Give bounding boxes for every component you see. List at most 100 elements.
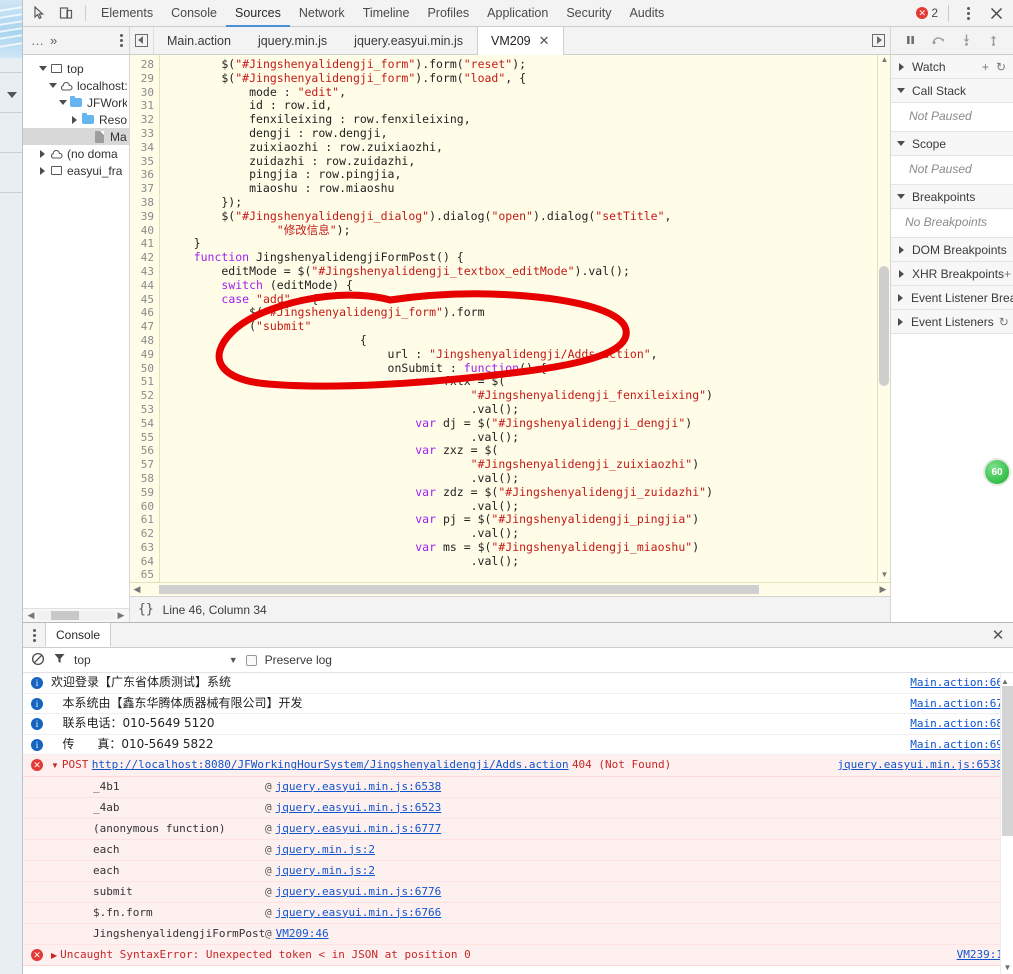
- console-prompt-row[interactable]: ›: [23, 966, 1013, 974]
- code-line[interactable]: var dj = $("#Jingshenyalidengji_dengji"): [166, 416, 877, 431]
- step-over-icon[interactable]: [931, 33, 946, 49]
- twisty-open-icon[interactable]: [37, 66, 48, 71]
- file-tab-jquery-easyui-min-js[interactable]: jquery.easyui.min.js: [341, 27, 477, 54]
- section-xhr-breakpoints[interactable]: XHR Breakpoints +: [891, 262, 1013, 286]
- console-message-source-link[interactable]: Main.action:68: [910, 714, 1013, 734]
- code-line[interactable]: var zdz = $("#Jingshenyalidengji_zuidazh…: [166, 485, 877, 500]
- code-line[interactable]: $("#Jingshenyalidengji_form").form: [166, 305, 877, 320]
- console-message-row[interactable]: i 传 真：010-5649 5822 Main.action:69: [23, 735, 1013, 755]
- scroll-left-arrow-icon[interactable]: ◀: [130, 584, 144, 595]
- drawer-kebab-icon[interactable]: [23, 623, 45, 647]
- code-line[interactable]: zuixiaozhi : row.zuixiaozhi,: [166, 140, 877, 155]
- plus-icon[interactable]: +: [1004, 267, 1011, 281]
- tab-audits[interactable]: Audits: [620, 0, 673, 27]
- tab-elements[interactable]: Elements: [92, 0, 162, 27]
- expand-caret-icon[interactable]: ▶: [51, 951, 57, 960]
- tab-sources[interactable]: Sources: [226, 0, 290, 27]
- console-message-list[interactable]: i 欢迎登录【广东省体质测试】系统 Main.action:66 i 本系统由【…: [23, 673, 1013, 974]
- navigator-horizontal-scrollbar[interactable]: ◀ ▶: [23, 608, 129, 622]
- section-scope[interactable]: Scope: [891, 132, 1013, 156]
- stack-frame-link[interactable]: jquery.easyui.min.js:6777: [276, 819, 442, 839]
- scrollbar-thumb[interactable]: [1002, 686, 1013, 836]
- stack-frame-link[interactable]: jquery.min.js:2: [276, 840, 375, 860]
- scrollbar-track[interactable]: [144, 585, 876, 594]
- device-toolbar-icon[interactable]: [53, 1, 79, 26]
- stack-frame-link[interactable]: jquery.min.js:2: [276, 861, 375, 881]
- code-line[interactable]: zuidazhi : row.zuidazhi,: [166, 154, 877, 169]
- editor-vertical-scrollbar[interactable]: ▲ ▼: [877, 55, 890, 582]
- tabs-scroll-right-icon[interactable]: [866, 27, 890, 54]
- pretty-print-button[interactable]: {}: [138, 602, 154, 617]
- drawer-tab-console[interactable]: Console: [45, 623, 112, 647]
- code-line[interactable]: fenxileixing : row.fenxileixing,: [166, 112, 877, 127]
- twisty-closed-icon[interactable]: [37, 167, 48, 175]
- code-line[interactable]: onSubmit : function() {: [166, 361, 877, 376]
- section-event-listener-breakpoints[interactable]: Event Listener Break: [891, 286, 1013, 310]
- twisty-closed-icon[interactable]: [69, 116, 80, 124]
- code-line[interactable]: dengji : row.dengji,: [166, 126, 877, 141]
- tab-console[interactable]: Console: [162, 0, 226, 27]
- close-drawer-icon[interactable]: ✕: [983, 623, 1013, 647]
- console-message-source-link[interactable]: Main.action:66: [910, 673, 1013, 693]
- twisty-open-icon[interactable]: [57, 100, 68, 105]
- console-vertical-scrollbar[interactable]: ▲ ▼: [1000, 673, 1013, 974]
- error-count-badge[interactable]: ✕ 2: [912, 6, 942, 20]
- file-tab-jquery-min-js[interactable]: jquery.min.js: [245, 27, 341, 54]
- refresh-icon[interactable]: ↻: [996, 60, 1006, 74]
- tab-application[interactable]: Application: [478, 0, 557, 27]
- scrollbar-thumb[interactable]: [51, 611, 80, 620]
- navigator-more-dots[interactable]: …: [29, 33, 46, 48]
- twisty-closed-icon[interactable]: [895, 294, 906, 302]
- stack-frame-link[interactable]: VM209:46: [276, 924, 329, 944]
- twisty-closed-icon[interactable]: [895, 270, 907, 278]
- code-line[interactable]: function JingshenyalidengjiFormPost() {: [166, 250, 877, 265]
- tree-item-localhost[interactable]: localhost:: [23, 77, 129, 94]
- console-message-source-link[interactable]: Main.action:69: [910, 735, 1013, 755]
- code-line[interactable]: $("#Jingshenyalidengji_form").form("load…: [166, 71, 877, 86]
- console-message-source-link[interactable]: Main.action:67: [910, 694, 1013, 714]
- tab-timeline[interactable]: Timeline: [354, 0, 419, 27]
- code-line[interactable]: id : row.id,: [166, 99, 877, 113]
- console-message-row[interactable]: i 联系电话：010-5649 5120 Main.action:68: [23, 714, 1013, 735]
- request-url-link[interactable]: http://localhost:8080/JFWorkingHourSyste…: [92, 758, 569, 771]
- twisty-open-icon[interactable]: [895, 141, 907, 146]
- console-context-selector[interactable]: top: [74, 653, 91, 667]
- tree-item-top[interactable]: top: [23, 60, 129, 77]
- code-line[interactable]: .val();: [166, 402, 877, 417]
- console-message-source-link[interactable]: jquery.easyui.min.js:6538: [837, 755, 1013, 775]
- code-line[interactable]: [166, 568, 877, 582]
- close-devtools-icon[interactable]: [983, 1, 1009, 26]
- inspect-element-icon[interactable]: [27, 1, 53, 26]
- code-line[interactable]: switch (editMode) {: [166, 278, 877, 293]
- stack-frame-link[interactable]: jquery.easyui.min.js:6538: [276, 777, 442, 797]
- code-line[interactable]: url : "Jingshenyalidengji/Adds.action",: [166, 347, 877, 362]
- source-code-text[interactable]: $("#Jingshenyalidengji_form").form("rese…: [160, 55, 877, 582]
- clear-console-icon[interactable]: [31, 652, 45, 669]
- scroll-right-arrow-icon[interactable]: ▶: [876, 584, 890, 595]
- console-message-row[interactable]: i 本系统由【鑫东华腾体质器械有限公司】开发 Main.action:67: [23, 694, 1013, 714]
- scroll-down-arrow-icon[interactable]: ▼: [1001, 961, 1013, 974]
- twisty-closed-icon[interactable]: [37, 150, 48, 158]
- code-line[interactable]: $("#Jingshenyalidengji_form").form("rese…: [166, 57, 877, 72]
- section-dom-breakpoints[interactable]: DOM Breakpoints: [891, 238, 1013, 262]
- code-line[interactable]: var pj = $("#Jingshenyalidengji_pingjia"…: [166, 512, 877, 527]
- plus-icon[interactable]: +: [982, 60, 989, 74]
- scrollbar-thumb[interactable]: [879, 265, 889, 386]
- navigator-kebab-icon[interactable]: [120, 34, 123, 47]
- preserve-log-checkbox[interactable]: [245, 654, 257, 666]
- file-tab-vm209[interactable]: VM209 ✕: [477, 27, 564, 55]
- stack-frame-link[interactable]: jquery.easyui.min.js:6523: [276, 798, 442, 818]
- refresh-icon[interactable]: ↻: [999, 315, 1009, 329]
- section-breakpoints[interactable]: Breakpoints: [891, 185, 1013, 209]
- console-uncaught-error-row[interactable]: ✕ ▶ Uncaught SyntaxError: Unexpected toke…: [23, 944, 1013, 966]
- code-line[interactable]: .val();: [166, 430, 877, 445]
- code-line[interactable]: }: [166, 237, 877, 251]
- navigator-expand-chevrons-icon[interactable]: »: [50, 33, 57, 48]
- twisty-closed-icon[interactable]: [895, 63, 907, 71]
- close-tab-icon[interactable]: ✕: [539, 33, 550, 49]
- code-line[interactable]: });: [166, 195, 877, 210]
- console-network-error-row[interactable]: ✕ ▼ POST http://localhost:8080/JFWorkingH…: [23, 755, 1013, 777]
- expand-caret-icon[interactable]: ▼: [51, 761, 59, 770]
- code-line[interactable]: miaoshu : row.miaoshu: [166, 181, 877, 196]
- section-call-stack[interactable]: Call Stack: [891, 79, 1013, 103]
